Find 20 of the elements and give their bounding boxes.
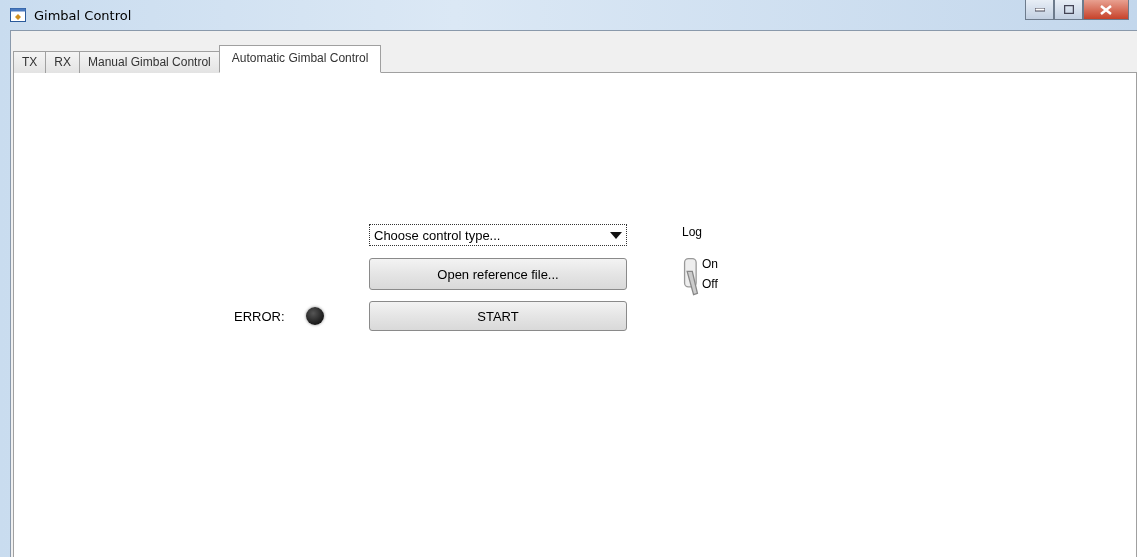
on-label: On bbox=[702, 257, 718, 271]
error-label: ERROR: bbox=[234, 308, 286, 324]
open-file-button[interactable]: Open reference file... bbox=[369, 258, 627, 290]
minimize-button[interactable] bbox=[1025, 0, 1054, 20]
tab[interactable]: Manual Gimbal Control bbox=[79, 51, 220, 73]
maximize-icon bbox=[1063, 5, 1074, 14]
control-type-dropdown[interactable]: Choose control type... bbox=[369, 224, 627, 246]
minimize-icon bbox=[1034, 7, 1045, 12]
start-button[interactable]: START bbox=[369, 301, 627, 331]
tab[interactable]: RX bbox=[45, 51, 80, 73]
log-label: Log bbox=[682, 225, 704, 239]
window-title: Gimbal Control bbox=[34, 7, 132, 23]
tab[interactable]: TX bbox=[13, 51, 47, 73]
close-button[interactable] bbox=[1083, 0, 1129, 20]
maximize-button[interactable] bbox=[1054, 0, 1083, 20]
app-icon bbox=[10, 7, 26, 23]
tab[interactable]: Automatic Gimbal Control bbox=[218, 45, 382, 73]
caret-icon bbox=[610, 231, 622, 239]
off-label: Off bbox=[702, 277, 718, 291]
close-icon bbox=[1100, 4, 1112, 15]
